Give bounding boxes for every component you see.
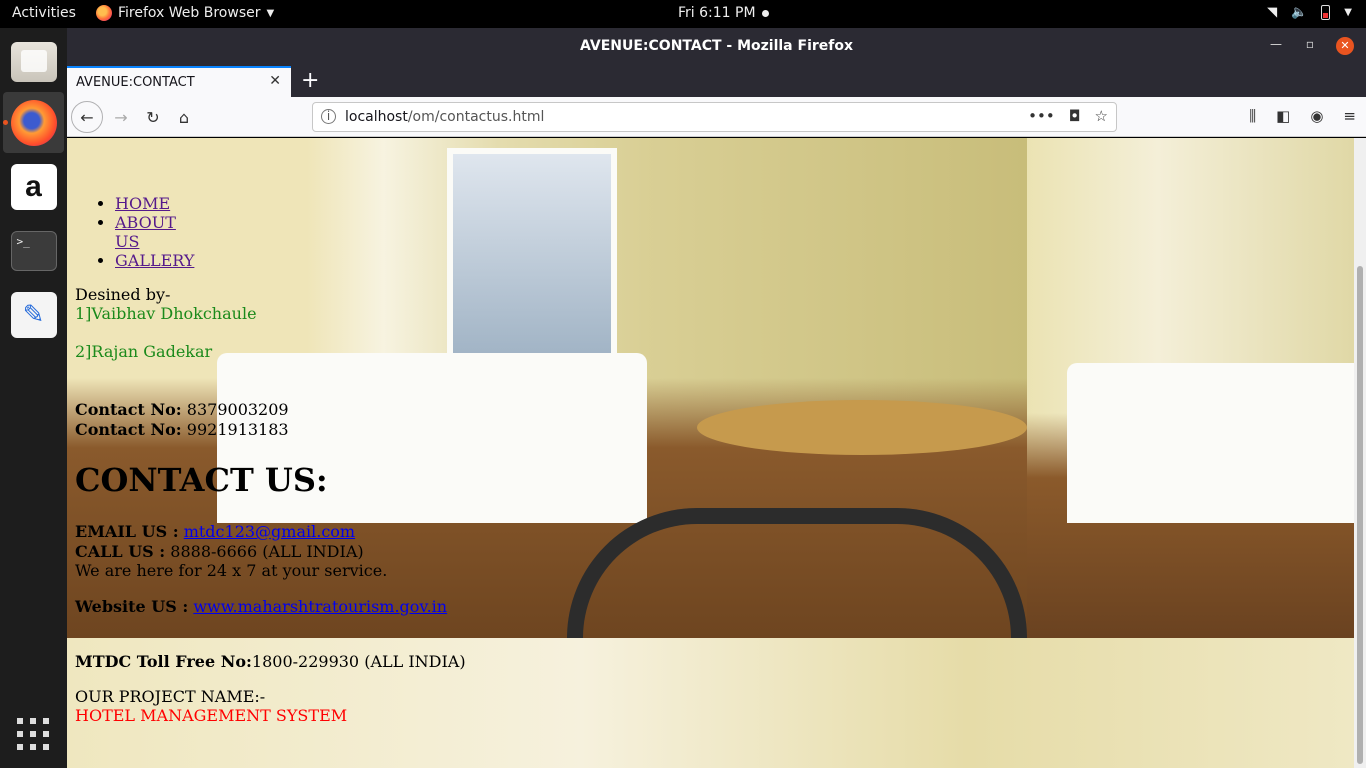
window-title: AVENUE:CONTACT - Mozilla Firefox — [579, 38, 854, 54]
nav-link-home[interactable]: HOME — [115, 194, 170, 213]
new-tab-button[interactable]: + — [301, 68, 319, 93]
bookmark-star-icon[interactable]: ☆ — [1095, 107, 1108, 125]
tab-avenue-contact[interactable]: AVENUE:CONTACT ✕ — [67, 66, 291, 97]
dock-terminal[interactable]: >_ — [3, 220, 64, 281]
reload-button[interactable]: ↻ — [139, 103, 167, 131]
website-row: Website US : www.maharshtratourism.gov.i… — [75, 597, 448, 616]
hamburger-menu-icon[interactable]: ≡ — [1343, 107, 1356, 125]
account-icon[interactable]: ◉ — [1310, 107, 1323, 125]
scrollbar-thumb[interactable] — [1357, 266, 1363, 764]
website-link[interactable]: www.maharshtratourism.gov.in — [193, 597, 447, 616]
window-titlebar: AVENUE:CONTACT - Mozilla Firefox — ▫ ✕ — [67, 28, 1366, 64]
library-icon[interactable]: ⫼ — [1249, 107, 1256, 125]
dock-text-editor[interactable]: ✎ — [3, 284, 64, 345]
designer-name: 2]Rajan Gadekar — [75, 342, 213, 361]
vertical-scrollbar[interactable] — [1354, 138, 1366, 768]
page-actions-icon[interactable]: ••• — [1028, 107, 1055, 125]
amazon-icon: a — [10, 163, 57, 210]
email-row: EMAIL US : mtdc123@gmail.com — [75, 522, 356, 541]
notification-dot-icon — [761, 9, 769, 17]
service-text: We are here for 24 x 7 at your service. — [75, 561, 388, 580]
text-editor-icon: ✎ — [10, 291, 57, 338]
call-row: CALL US : 8888-6666 (ALL INDIA) — [75, 542, 364, 561]
project-label: OUR PROJECT NAME:- — [75, 687, 266, 706]
email-link[interactable]: mtdc123@gmail.com — [184, 522, 355, 541]
system-top-bar: Activities Firefox Web Browser ▼ Fri 6:1… — [0, 0, 1366, 28]
wifi-icon: ◥ — [1267, 5, 1278, 20]
clock-label: Fri 6:11 PM — [678, 5, 756, 21]
show-applications-icon[interactable] — [17, 718, 49, 750]
nav-item-gallery: GALLERY — [115, 251, 194, 270]
caret-down-icon: ▼ — [266, 7, 275, 19]
nav-link-about[interactable]: ABOUT US — [115, 213, 176, 251]
dock-firefox[interactable] — [3, 92, 64, 153]
dock-files[interactable] — [3, 31, 64, 92]
tab-title: AVENUE:CONTACT — [76, 75, 195, 90]
back-button[interactable]: ← — [71, 101, 103, 133]
pocket-icon[interactable]: ◘ — [1069, 107, 1081, 125]
minimize-icon[interactable]: — — [1270, 37, 1282, 51]
url-bar[interactable]: i localhost/om/contactus.html ••• ◘ ☆ — [312, 102, 1117, 132]
nav-item-home: HOME — [115, 194, 194, 213]
battery-icon — [1321, 5, 1331, 20]
tollfree-row: MTDC Toll Free No:1800-229930 (ALL INDIA… — [75, 652, 466, 671]
terminal-icon: >_ — [10, 230, 57, 271]
firefox-icon — [96, 5, 112, 21]
volume-icon: 🔈 — [1291, 5, 1308, 20]
tab-bar: AVENUE:CONTACT ✕ + — [67, 64, 1366, 97]
info-icon[interactable]: i — [321, 109, 336, 124]
contact-number: Contact No: 8379003209 — [75, 400, 289, 419]
arrow-left-icon: ← — [80, 107, 94, 127]
home-button[interactable]: ⌂ — [170, 103, 198, 131]
close-window-button[interactable]: ✕ — [1336, 37, 1354, 55]
nav-list: HOME ABOUT US GALLERY — [115, 194, 194, 270]
contact-heading: CONTACT US: — [75, 461, 328, 499]
close-tab-icon[interactable]: ✕ — [269, 73, 281, 89]
clock[interactable]: Fri 6:11 PM — [678, 5, 769, 21]
dock: a >_ ✎ — [0, 28, 67, 768]
chair-image — [567, 508, 1027, 638]
reload-icon: ↻ — [146, 107, 160, 127]
contact-number: Contact No: 9921913183 — [75, 420, 289, 439]
designed-by-label: Desined by- — [75, 285, 171, 304]
files-icon — [10, 41, 57, 82]
home-icon: ⌂ — [178, 107, 190, 127]
arrow-right-icon: → — [114, 107, 128, 127]
maximize-icon[interactable]: ▫ — [1306, 37, 1314, 51]
activities-button[interactable]: Activities — [12, 5, 76, 21]
window-image — [447, 148, 617, 368]
url-text: localhost/om/contactus.html — [345, 109, 545, 125]
sidebar-icon[interactable]: ◧ — [1276, 107, 1290, 125]
navigation-toolbar: ← → ↻ ⌂ i localhost/om/contactus.html ••… — [67, 97, 1366, 137]
project-name: HOTEL MANAGEMENT SYSTEM — [75, 706, 348, 725]
designer-name: 1]Vaibhav Dhokchaule — [75, 304, 257, 323]
caret-down-icon: ▼ — [1344, 7, 1352, 18]
forward-button[interactable]: → — [107, 103, 135, 131]
nav-link-gallery[interactable]: GALLERY — [115, 251, 194, 270]
app-menu[interactable]: Firefox Web Browser ▼ — [96, 5, 274, 21]
table-image — [697, 400, 1027, 455]
page-viewport: HOME ABOUT US GALLERY Desined by- 1]Vaib… — [67, 138, 1366, 768]
bed-image — [1067, 363, 1354, 523]
nav-item-about: ABOUT US — [115, 213, 194, 251]
dock-amazon[interactable]: a — [3, 156, 64, 217]
running-indicator — [3, 120, 8, 125]
system-tray[interactable]: ◥ 🔈 ▼ — [1267, 5, 1352, 20]
app-menu-label: Firefox Web Browser — [118, 5, 261, 21]
firefox-icon — [10, 99, 57, 146]
